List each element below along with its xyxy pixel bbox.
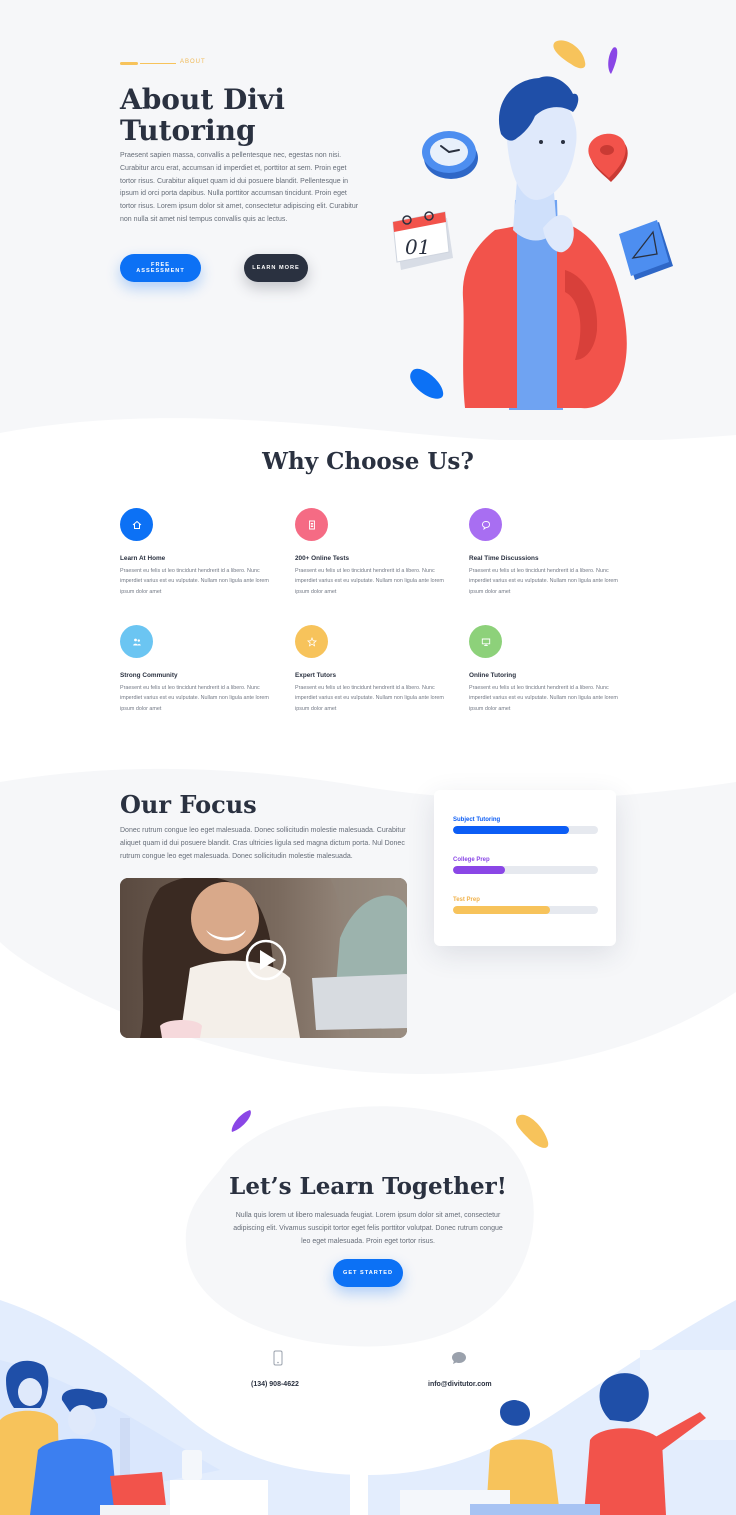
people-icon	[132, 638, 141, 645]
focus-progress-card: Subject Tutoring College Prep Test Prep	[434, 790, 616, 946]
cta-paragraph: Nulla quis lorem ut libero malesuada feu…	[233, 1212, 503, 1245]
monitor-icon	[481, 638, 490, 646]
clock-icon	[422, 131, 478, 179]
calendar-number: 01	[405, 235, 430, 259]
feature-strong-community: Strong Community Praesent eu felis ut le…	[120, 625, 280, 714]
feature-text: Praesent eu felis ut leo tincidunt hendr…	[120, 685, 269, 712]
feature-icon-circle	[469, 508, 502, 541]
video-thumbnail-student-laptop	[120, 878, 407, 1038]
why-choose-us-title: Why Choose Us?	[262, 448, 474, 475]
hero-illustration-student-thinking: 01	[392, 40, 673, 410]
hero-paragraph: Praesent sapien massa, convallis a pelle…	[120, 152, 359, 223]
geometry-box-icon	[619, 220, 673, 280]
feature-real-time-discussions: Real Time Discussions Praesent eu felis …	[469, 508, 629, 597]
feature-text: Praesent eu felis ut leo tincidunt hendr…	[469, 568, 618, 595]
confetti-blue	[410, 368, 444, 399]
learn-more-button[interactable]: LEARN MORE	[244, 254, 308, 282]
our-focus-paragraph: Donec rutrum congue leo eget malesuada. …	[120, 827, 406, 860]
feature-icon-circle	[120, 508, 153, 541]
chat-bubble-icon	[452, 1352, 466, 1364]
cta-title: Let’s Learn Together!	[229, 1173, 507, 1200]
video-player[interactable]	[120, 878, 407, 1038]
confetti-yellow	[553, 40, 586, 69]
student-figure	[462, 76, 627, 410]
progress-test-prep: Test Prep	[453, 897, 598, 914]
star-icon	[306, 636, 317, 647]
confetti-purple	[608, 47, 618, 74]
confetti-purple	[231, 1110, 251, 1132]
location-pin-icon	[588, 133, 628, 182]
feature-online-tutoring: Online Tutoring Praesent eu felis ut leo…	[469, 625, 629, 714]
progress-subject-tutoring: Subject Tutoring	[453, 817, 598, 834]
home-icon	[132, 520, 141, 529]
get-started-button[interactable]: GET STARTED	[333, 1259, 403, 1287]
hero-eyebrow: ABOUT	[180, 59, 206, 65]
progress-track	[453, 866, 598, 874]
hero-title-line-2: Tutoring	[120, 114, 256, 147]
chat-icon	[481, 520, 490, 530]
progress-fill	[453, 826, 569, 834]
progress-track	[453, 826, 598, 834]
progress-college-prep: College Prep	[453, 857, 598, 874]
our-focus-title: Our Focus	[120, 790, 257, 819]
phone-icon	[273, 1350, 283, 1366]
calendar-icon: 01	[392, 211, 453, 270]
progress-label: Subject Tutoring	[453, 817, 501, 823]
feature-text: Praesent eu felis ut leo tincidunt hendr…	[469, 685, 618, 712]
feature-title: 200+ Online Tests	[295, 555, 350, 562]
feature-text: Praesent eu felis ut leo tincidunt hendr…	[295, 568, 444, 595]
hero-title: About Divi Tutoring	[120, 84, 380, 146]
contact-email[interactable]: info@divitutor.com	[428, 1381, 492, 1388]
feature-icon-circle	[295, 508, 328, 541]
feature-title: Strong Community	[120, 672, 178, 679]
progress-label: College Prep	[453, 857, 490, 863]
feature-text: Praesent eu felis ut leo tincidunt hendr…	[120, 568, 269, 595]
contact-phone[interactable]: (134) 908-4622	[251, 1381, 299, 1388]
progress-fill	[453, 906, 551, 914]
feature-icon-circle	[295, 625, 328, 658]
feature-online-tests: 200+ Online Tests Praesent eu felis ut l…	[295, 508, 455, 597]
feature-title: Expert Tutors	[295, 672, 337, 679]
feature-text: Praesent eu felis ut leo tincidunt hendr…	[295, 685, 444, 712]
document-icon	[308, 520, 315, 529]
progress-fill	[453, 866, 506, 874]
eyebrow-accent-line	[120, 62, 138, 65]
free-assessment-button[interactable]: FREE ASSESSMENT	[120, 254, 201, 282]
footer-illustration-classroom	[0, 1300, 736, 1515]
feature-title: Real Time Discussions	[469, 555, 539, 562]
feature-title: Online Tutoring	[469, 672, 517, 679]
feature-expert-tutors: Expert Tutors Praesent eu felis ut leo t…	[295, 625, 455, 714]
feature-title: Learn At Home	[120, 555, 166, 562]
progress-label: Test Prep	[453, 897, 480, 903]
feature-icon-circle	[469, 625, 502, 658]
feature-learn-at-home: Learn At Home Praesent eu felis ut leo t…	[120, 508, 280, 597]
progress-track	[453, 906, 598, 914]
confetti-yellow	[515, 1114, 549, 1148]
feature-icon-circle	[120, 625, 153, 658]
eyebrow-thin-line	[140, 63, 176, 64]
hero-title-line-1: About Divi	[120, 83, 285, 116]
